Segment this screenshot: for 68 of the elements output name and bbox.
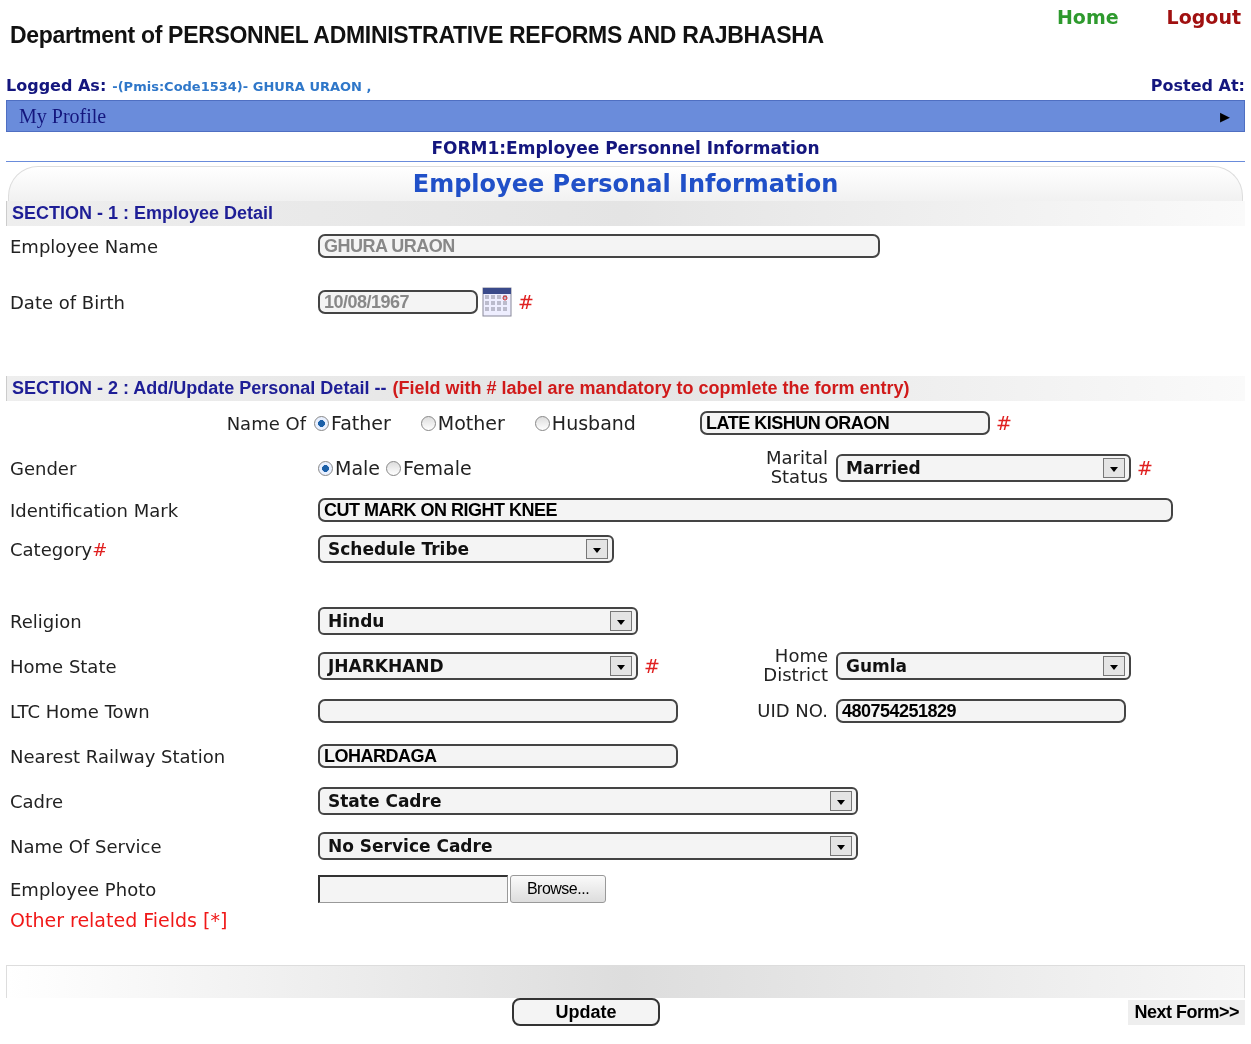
nav-link[interactable]: Home [1056,6,1119,28]
radio-button[interactable] [318,460,333,476]
dropdown[interactable]: State Cadre [318,787,858,815]
menu-item[interactable]: My Profile [19,104,107,128]
dropdown-icon[interactable] [610,656,632,676]
field-label: Nearest Railway Station [9,745,227,767]
dropdown[interactable]: Hindu [318,607,638,635]
field-label: Employee Photo [9,878,158,900]
field-label: Name Of [226,412,306,434]
field-label: Category# [9,538,109,560]
page-title: Department of PERSONNEL ADMINISTRATIVE REFORMS AND RAJBHASHA [10,22,824,49]
field-label: Home State [9,655,118,677]
radio-option[interactable]: Father [314,412,391,434]
mandatory-mark: # [1137,457,1153,479]
text-field[interactable]: LATE KISHUN ORAON [700,411,990,435]
dropdown-icon[interactable] [830,836,852,856]
dropdown[interactable]: JHARKHAND [318,652,638,680]
posted-at-label: Posted At: [1150,76,1245,95]
next-form-button[interactable]: Next Form>> [1128,999,1245,1025]
dropdown-icon[interactable] [610,611,632,631]
logged-as-label: Logged As: [6,76,107,95]
dropdown-icon[interactable] [1103,458,1125,478]
section-note: (Field with # label are mandatory to copmlete the form entry) [392,378,910,398]
dropdown[interactable]: Married [836,454,1131,482]
mandatory-mark: # [518,291,534,313]
dropdown[interactable]: Gumla [836,652,1131,680]
calendar-icon[interactable] [482,287,512,317]
dropdown-icon[interactable] [586,539,608,559]
arrow-icon[interactable]: ▶ [1220,108,1230,124]
file-field[interactable] [318,875,508,903]
radio-button[interactable] [314,415,329,431]
field-label: Marital Status [764,449,828,487]
panel-title: Employee Personal Information [412,170,839,198]
field-label: Religion [9,610,83,632]
mandatory-mark: # [996,412,1012,434]
text-field[interactable]: LOHARDAGA [318,744,678,768]
radio-option[interactable]: Mother [420,412,505,434]
text-field[interactable]: 480754251829 [836,699,1126,723]
form-title: FORM1:Employee Personnel Information [6,132,1245,162]
field-label: Employee Name [9,235,159,257]
other-fields-link[interactable]: Other related Fields [*] [6,909,228,931]
browse-button[interactable]: Browse... [510,875,606,903]
radio-option[interactable]: Female [386,457,472,479]
field-label: UID NO. [756,701,828,721]
dropdown-icon[interactable] [1103,656,1125,676]
section-title: SECTION - 2 : Add/Update Personal Detail -- [12,378,387,398]
radio-button[interactable] [386,460,401,476]
field-label: Name Of Service [9,835,163,857]
field-label: LTC Home Town [9,700,151,722]
update-button[interactable]: Update [512,998,660,1026]
logged-user: -(Pmis:Code1534)- GHURA URAON , [112,79,372,94]
field-label: Cadre [9,790,65,812]
radio-button[interactable] [420,415,436,431]
nav-link[interactable]: Logout [1166,6,1241,28]
dropdown-icon[interactable] [830,791,852,811]
field-label: Home District [762,647,828,685]
field-label: Date of Birth [9,291,127,313]
text-field[interactable]: CUT MARK ON RIGHT KNEE [318,498,1173,522]
radio-option[interactable]: Husband [534,412,636,434]
dropdown[interactable]: Schedule Tribe [318,535,614,563]
section-title: SECTION - 1 : Employee Detail [12,203,274,223]
field-label: Gender [9,457,78,479]
dropdown[interactable]: No Service Cadre [318,832,858,860]
mandatory-mark: # [644,655,660,677]
radio-option[interactable]: Male [318,457,380,479]
field-label: Identification Mark [9,499,180,521]
radio-button[interactable] [534,415,550,431]
text-field[interactable] [318,699,678,723]
